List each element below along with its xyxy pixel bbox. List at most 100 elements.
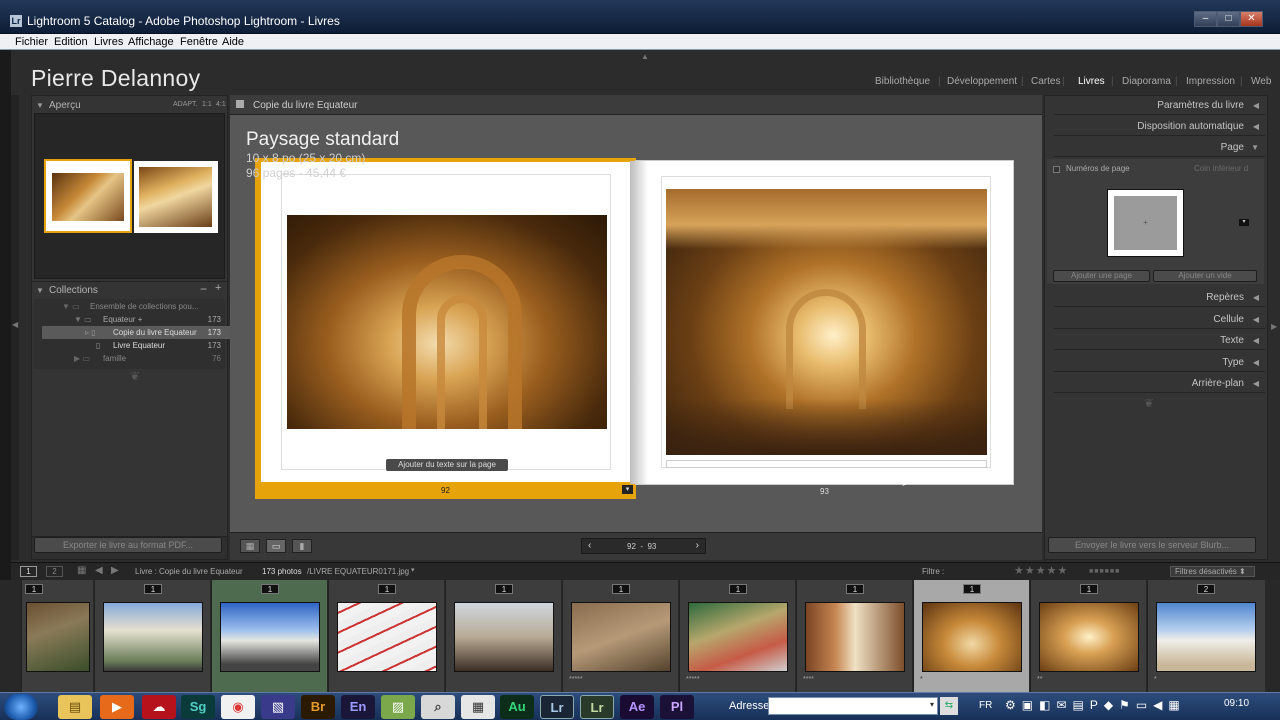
page-numbers-position[interactable]: Coin inférieur d — [1194, 164, 1248, 173]
monitor-1-button[interactable]: 1 — [20, 566, 37, 577]
right-page-caption-field[interactable] — [666, 460, 987, 468]
collections-add-button[interactable]: + — [215, 282, 221, 294]
color-label-filter-icon[interactable]: ■■■■■■ — [1089, 568, 1120, 575]
module-developpement[interactable]: Développement — [947, 76, 1017, 87]
rating-filter-stars[interactable]: ★★★★★ — [1014, 564, 1068, 577]
speedgrade-taskbar-icon[interactable]: Sg — [181, 695, 215, 719]
zoom-adapt[interactable]: ADAPT. — [173, 101, 198, 108]
menu-fichier[interactable]: Fichier — [15, 36, 48, 48]
template-menu-icon[interactable]: ▾ — [1239, 219, 1249, 226]
film-cell-7[interactable]: 1 ***** — [679, 580, 795, 692]
section-page[interactable]: Page ▼ — [1054, 138, 1265, 157]
left-photo-colonnade[interactable] — [287, 215, 607, 429]
film-thumb-doorway[interactable] — [805, 602, 905, 672]
minimize-button[interactable]: – — [1194, 11, 1217, 27]
search-taskbar-icon[interactable]: ⌕ — [421, 695, 455, 719]
film-thumb-vendor[interactable] — [571, 602, 671, 672]
film-thumb-nave[interactable] — [1039, 602, 1139, 672]
add-page-button[interactable]: Ajouter une page — [1053, 270, 1150, 282]
film-thumb-colonnade[interactable] — [922, 602, 1022, 672]
forward-arrow-icon[interactable]: ▶ — [111, 565, 119, 576]
page-numbers-checkbox[interactable] — [1053, 166, 1060, 173]
collapse-top-panel-icon[interactable]: ▲ — [641, 52, 649, 61]
module-web[interactable]: Web — [1251, 76, 1271, 87]
collections-remove-button[interactable]: − — [200, 282, 207, 296]
section-disposition-automatique[interactable]: Disposition automatique ◀ — [1054, 117, 1265, 136]
menu-edition[interactable]: Edition — [54, 36, 88, 48]
calculator-taskbar-icon[interactable]: ▦ — [461, 695, 495, 719]
section-arriere-plan[interactable]: Arrière-plan ◀ — [1054, 374, 1265, 393]
section-parametres-du-livre[interactable]: Paramètres du livre ◀ — [1054, 96, 1265, 115]
right-page[interactable] — [630, 160, 1014, 485]
filename-dropdown-icon[interactable]: ▾ — [411, 566, 415, 574]
collections-expand-icon[interactable]: ▼ — [36, 286, 44, 295]
module-livres[interactable]: Livres — [1078, 76, 1105, 87]
page-template-preview[interactable]: + — [1107, 189, 1184, 257]
bridge-taskbar-icon[interactable]: Br — [301, 695, 335, 719]
film-thumb-street[interactable] — [103, 602, 203, 672]
film-thumb-market[interactable] — [688, 602, 788, 672]
lightroom-2-taskbar-icon[interactable]: Lr — [580, 695, 614, 719]
filmstrip-filename[interactable]: /LIVRE EQUATEUR0171.jpg — [307, 567, 409, 576]
multi-page-view-icon[interactable]: ▦ — [240, 539, 260, 553]
address-input[interactable]: ▾ — [768, 697, 938, 715]
section-type[interactable]: Type ◀ — [1054, 353, 1265, 372]
film-cell-11[interactable]: 2 * — [1147, 580, 1265, 692]
grid-view-icon[interactable]: ▦ — [77, 565, 86, 576]
language-indicator[interactable]: FR — [979, 700, 992, 711]
film-cell-10[interactable]: 1 ** — [1030, 580, 1146, 692]
lightroom-taskbar-icon[interactable]: Lr — [540, 695, 574, 719]
next-page-icon[interactable]: › — [696, 540, 699, 551]
collection-copie-livre-equateur[interactable]: ▹ ▯ Copie du livre Equateur 173 — [42, 326, 230, 339]
prelude-taskbar-icon[interactable]: Pl — [660, 695, 694, 719]
after-effects-taskbar-icon[interactable]: Ae — [620, 695, 654, 719]
collapse-right-icon[interactable]: ▶ — [1271, 322, 1277, 331]
address-dropdown-icon[interactable]: ▾ — [930, 700, 934, 709]
film-cell-1[interactable]: 1 — [21, 580, 93, 692]
back-arrow-icon[interactable]: ◀ — [95, 565, 103, 576]
encore-taskbar-icon[interactable]: En — [341, 695, 375, 719]
collection-livre-equateur[interactable]: ▯ Livre Equateur 173 — [42, 339, 230, 352]
film-cell-8[interactable]: 1 **** — [796, 580, 912, 692]
film-thumb-basilica[interactable] — [454, 602, 554, 672]
maximize-button[interactable]: □ — [1217, 11, 1240, 27]
film-thumb-sign[interactable] — [337, 602, 437, 672]
add-text-button[interactable]: Ajouter du texte sur la page — [386, 459, 508, 471]
collapse-left-icon[interactable]: ◀ — [12, 320, 18, 329]
app-taskbar-icon[interactable]: ▧ — [261, 695, 295, 719]
monitor-2-button[interactable]: 2 — [46, 566, 63, 577]
menu-affichage[interactable]: Affichage — [128, 36, 174, 48]
zoom-4-1[interactable]: 4:1 — [216, 101, 226, 108]
module-impression[interactable]: Impression — [1186, 76, 1235, 87]
media-player-taskbar-icon[interactable]: ▶ — [100, 695, 134, 719]
module-cartes[interactable]: Cartes — [1031, 76, 1060, 87]
film-cell-5[interactable]: 1 — [445, 580, 561, 692]
export-pdf-button[interactable]: Exporter le livre au format PDF... — [34, 537, 222, 553]
single-page-view-icon[interactable]: ▮ — [292, 539, 312, 553]
film-cell-6[interactable]: 1 ***** — [562, 580, 678, 692]
right-photo-church-nave[interactable] — [666, 189, 987, 455]
audition-taskbar-icon[interactable]: Au — [500, 695, 534, 719]
file-taskbar-icon[interactable]: ▨ — [381, 695, 415, 719]
module-diaporama[interactable]: Diaporama — [1122, 76, 1171, 87]
zoom-1-1[interactable]: 1:1 — [202, 101, 212, 108]
film-thumb-canyon[interactable] — [26, 602, 90, 672]
add-blank-button[interactable]: Ajouter un vide — [1153, 270, 1257, 282]
close-button[interactable]: ✕ — [1240, 11, 1263, 27]
collection-set-item[interactable]: ▼ ▭ Ensemble de collections pou... — [42, 300, 230, 313]
send-to-blurb-button[interactable]: Envoyer le livre vers le serveur Blurb..… — [1048, 537, 1256, 553]
collection-set-equateur[interactable]: ▼ ▭ Equateur +173 — [42, 313, 230, 326]
filmstrip-source[interactable]: Livre : Copie du livre Equateur — [135, 567, 243, 576]
apercu-expand-icon[interactable]: ▼ — [36, 101, 44, 110]
start-button[interactable] — [4, 694, 38, 720]
spread-view-icon[interactable]: ▭ — [266, 539, 286, 553]
menu-aide[interactable]: Aide — [222, 36, 244, 48]
section-reperes[interactable]: Repères ◀ — [1054, 288, 1265, 307]
film-thumb-cathedral-square[interactable] — [1156, 602, 1256, 672]
film-cell-2[interactable]: 1 — [94, 580, 210, 692]
creative-cloud-taskbar-icon[interactable]: ☁ — [142, 695, 176, 719]
previous-page-icon[interactable]: ‹ — [588, 540, 591, 551]
film-cell-3[interactable]: 1 — [211, 580, 327, 692]
page-menu-icon[interactable]: ▾ — [622, 485, 633, 494]
section-cellule[interactable]: Cellule ◀ — [1054, 310, 1265, 329]
